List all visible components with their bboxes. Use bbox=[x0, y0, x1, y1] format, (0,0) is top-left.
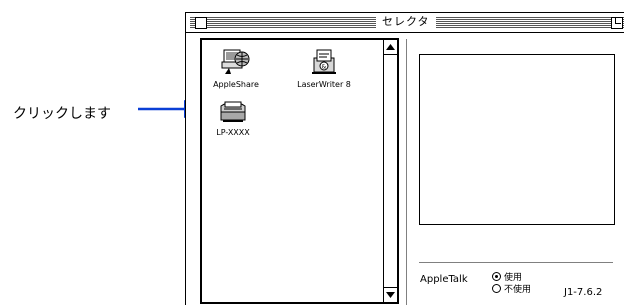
device-label: AppleShare bbox=[213, 80, 259, 89]
device-list[interactable]: AppleShare & LaserWriter 8 LP-XXXX bbox=[202, 40, 383, 302]
panel-divider bbox=[406, 39, 407, 305]
device-item-laserwriter[interactable]: & LaserWriter 8 bbox=[286, 48, 362, 89]
appletalk-divider bbox=[419, 262, 613, 263]
appletalk-label: AppleTalk bbox=[420, 274, 468, 285]
device-item-lp-xxxx[interactable]: LP-XXXX bbox=[208, 98, 258, 137]
zoom-box-icon[interactable] bbox=[611, 17, 623, 29]
callout-text: クリックします bbox=[13, 106, 111, 122]
radio-unselected-icon bbox=[492, 284, 501, 293]
close-box-icon[interactable] bbox=[195, 17, 207, 29]
printer-icon bbox=[220, 101, 246, 122]
svg-text:&: & bbox=[322, 64, 327, 71]
version-label: J1-7.6.2 bbox=[564, 287, 603, 298]
printer-selection-list[interactable] bbox=[419, 54, 615, 225]
device-label: LP-XXXX bbox=[216, 128, 250, 137]
appletalk-inactive-radio[interactable]: 不使用 bbox=[492, 282, 531, 295]
device-label: LaserWriter 8 bbox=[297, 80, 351, 89]
device-list-frame: AppleShare & LaserWriter 8 LP-XXXX bbox=[200, 38, 399, 304]
device-list-scrollbar[interactable] bbox=[383, 40, 397, 302]
laserwriter-icon: & bbox=[312, 49, 336, 74]
chooser-window: セレクタ AppleShare & LaserWriter 8 LP-XXXX … bbox=[185, 12, 624, 305]
title-bar[interactable]: セレクタ bbox=[186, 13, 624, 33]
device-item-appleshare[interactable]: AppleShare bbox=[206, 48, 266, 89]
window-title: セレクタ bbox=[376, 15, 436, 29]
radio-label: 不使用 bbox=[504, 285, 532, 295]
scroll-up-arrow-icon[interactable] bbox=[384, 40, 397, 55]
radio-selected-icon bbox=[492, 272, 501, 281]
appleshare-icon bbox=[221, 49, 250, 74]
scroll-down-arrow-icon[interactable] bbox=[384, 287, 397, 302]
